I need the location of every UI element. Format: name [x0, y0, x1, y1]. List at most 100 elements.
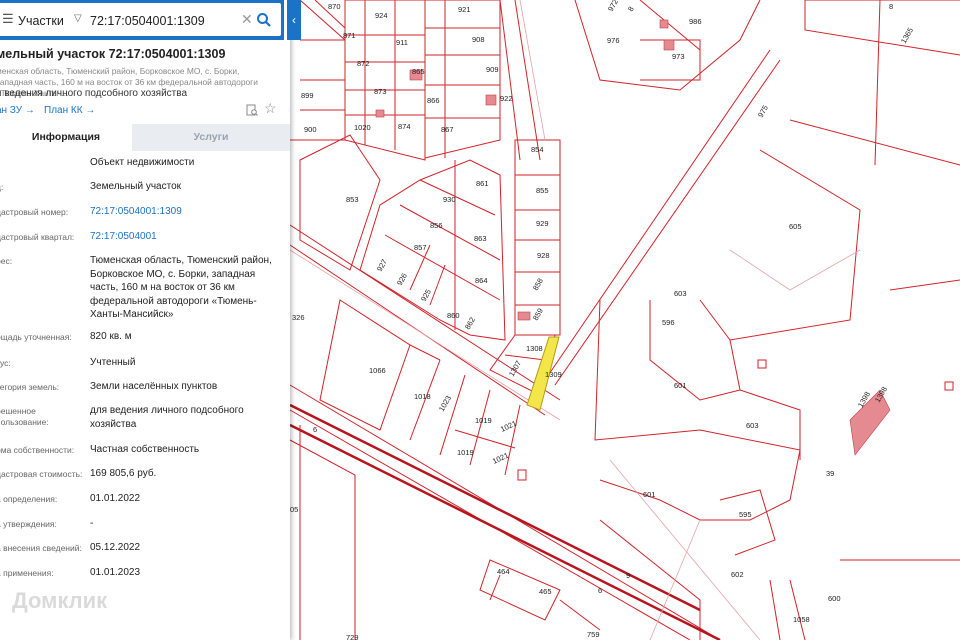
parcel-number-label: 855	[536, 186, 549, 195]
parcel-number-label: 866	[427, 96, 440, 105]
domclick-watermark: Домклик	[12, 588, 108, 613]
info-row-value: 01.01.2022	[90, 493, 141, 504]
parcel-number-label: 930	[443, 195, 456, 204]
info-row-label: пользование:	[0, 417, 49, 427]
parcel-number-label: 603	[674, 289, 687, 298]
info-row-label: тус:	[0, 358, 11, 368]
star-icon[interactable]: ☆	[264, 100, 277, 117]
info-row-label: дастровый квартал:	[0, 232, 75, 242]
search-bar: ☰ Участки ▽ 72:17:0504001:1309 ✕	[0, 0, 284, 40]
parcel-number-label: 854	[531, 145, 544, 154]
parcel-number-label: 1365	[899, 26, 915, 45]
info-row-value: 01.01.2023	[90, 567, 141, 578]
info-row-value: 820 кв. м	[90, 331, 132, 342]
info-row-label: тегория земель:	[0, 382, 60, 392]
parcel-number-label: 908	[472, 35, 485, 44]
info-row-label: дастровый номер:	[0, 207, 69, 217]
parcel-number-label: 603	[746, 421, 759, 430]
search-input[interactable]: 72:17:0504001:1309	[90, 14, 205, 28]
info-row-value[interactable]: 72:17:0504001	[90, 230, 285, 244]
collapse-panel-button[interactable]: ‹	[287, 0, 301, 40]
parcel-number-label: 1023	[437, 394, 453, 413]
chevron-down-icon[interactable]: ▽	[74, 13, 82, 24]
parcel-number-label: 870	[328, 2, 341, 11]
parcel-number-label: 925	[419, 288, 433, 303]
info-row-value: 05.12.2022	[90, 542, 141, 553]
info-row-label: рес:	[0, 256, 13, 266]
info-row-value: для ведения личного подсобного хозяйства	[90, 405, 244, 430]
parcel-number-label: 872	[357, 59, 370, 68]
parcel-number-label: 853	[346, 195, 359, 204]
parcel-number-label: 859	[531, 307, 545, 322]
parcel-number-label: 605	[789, 222, 802, 231]
parcel-number-label: 6	[598, 586, 602, 595]
parcel-number-label: 600	[828, 594, 841, 603]
tab-services[interactable]: Услуги	[132, 124, 290, 151]
info-row-label: рма собственности:	[0, 445, 75, 455]
info-row-label: решенное	[0, 406, 36, 416]
parcel-number-label: 874	[398, 122, 411, 131]
parcel-number-label: 1066	[369, 366, 386, 375]
parcel-number-label: 729	[346, 633, 359, 640]
parcel-number-label: 926	[395, 272, 409, 287]
parcel-number-label: 601	[643, 490, 656, 499]
parcel-number-label: 601	[674, 381, 687, 390]
parcel-number-label: 326	[292, 313, 305, 322]
info-row-value: Земли населённых пунктов	[90, 381, 218, 392]
parcel-number-label: 1019	[457, 448, 474, 457]
parcel-number-label: 1058	[793, 615, 810, 624]
parcel-number-label: 972	[606, 0, 620, 13]
plan-zu-link[interactable]: ан ЗУ →	[0, 105, 35, 116]
search-type-select[interactable]: Участки	[18, 14, 64, 28]
info-row-value: -	[90, 518, 94, 529]
parcel-number-label: 1019	[475, 416, 492, 425]
info-row-value: Тюменская область, Тюменский район, Борк…	[90, 255, 272, 320]
parcel-number-label: 1309	[545, 370, 562, 379]
parcel-number-label: 858	[531, 277, 545, 292]
parcel-number-label: 1308	[526, 344, 543, 353]
info-row-label: а утверждения:	[0, 519, 57, 529]
document-search-icon[interactable]	[246, 104, 258, 116]
parcel-number-label: 928	[537, 251, 550, 260]
parcel-number-label: 1020	[354, 123, 371, 132]
parcel-number-label: 899	[301, 91, 314, 100]
info-row-value[interactable]: 72:17:0504001:1309	[90, 205, 285, 219]
info-row-value: Частная собственность	[90, 444, 200, 455]
parcel-number-label: 39	[826, 469, 834, 478]
parcel-number-label: 1018	[414, 392, 431, 401]
parcel-purpose: я ведения личного подсобного хозяйства	[0, 88, 188, 99]
tab-information[interactable]: Информация	[0, 124, 132, 151]
parcel-number-label: 986	[689, 17, 702, 26]
parcel-number-label: 596	[662, 318, 675, 327]
parcel-number-label: 860	[447, 311, 460, 320]
parcel-number-label: 976	[607, 36, 620, 45]
map-labels: 870924921871911 908872865 909899 873866 9228…	[290, 0, 915, 640]
parcel-number-label: 595	[739, 510, 752, 519]
parcel-number-label: 871	[343, 31, 356, 40]
info-row-label: д:	[0, 182, 4, 192]
parcel-number-label: 6	[313, 425, 317, 434]
parcel-title: мельный участок 72:17:0504001:1309	[0, 47, 226, 61]
search-icon[interactable]	[256, 12, 272, 28]
info-row-label: а определения:	[0, 494, 58, 504]
parcel-number-label: 911	[396, 38, 408, 47]
parcel-number-label: 857	[414, 243, 427, 252]
parcel-number-label: 864	[475, 276, 488, 285]
zone-boundaries	[289, 0, 861, 640]
menu-icon[interactable]: ☰	[2, 12, 14, 25]
info-row-label: а применения:	[0, 568, 54, 578]
parcel-number-label: 602	[731, 570, 744, 579]
parcel-number-label: 865	[412, 67, 425, 76]
info-row-value: 169 805,6 руб.	[90, 468, 157, 479]
info-panel: ☰ Участки ▽ 72:17:0504001:1309 ✕ мельный…	[0, 0, 290, 640]
parcel-number-label: 1021	[499, 419, 518, 434]
parcel-number-label: 1307	[507, 359, 523, 378]
close-icon[interactable]: ✕	[241, 11, 253, 28]
parcel-number-label: 867	[441, 125, 454, 134]
tab-bar: Информация Услуги	[0, 124, 290, 151]
parcel-number-label: 861	[476, 179, 489, 188]
plan-kk-link[interactable]: План КК →	[44, 105, 95, 116]
parcel-number-label: 929	[536, 219, 549, 228]
parcel-boundaries	[289, 0, 960, 640]
parcel-number-label: 973	[672, 52, 685, 61]
